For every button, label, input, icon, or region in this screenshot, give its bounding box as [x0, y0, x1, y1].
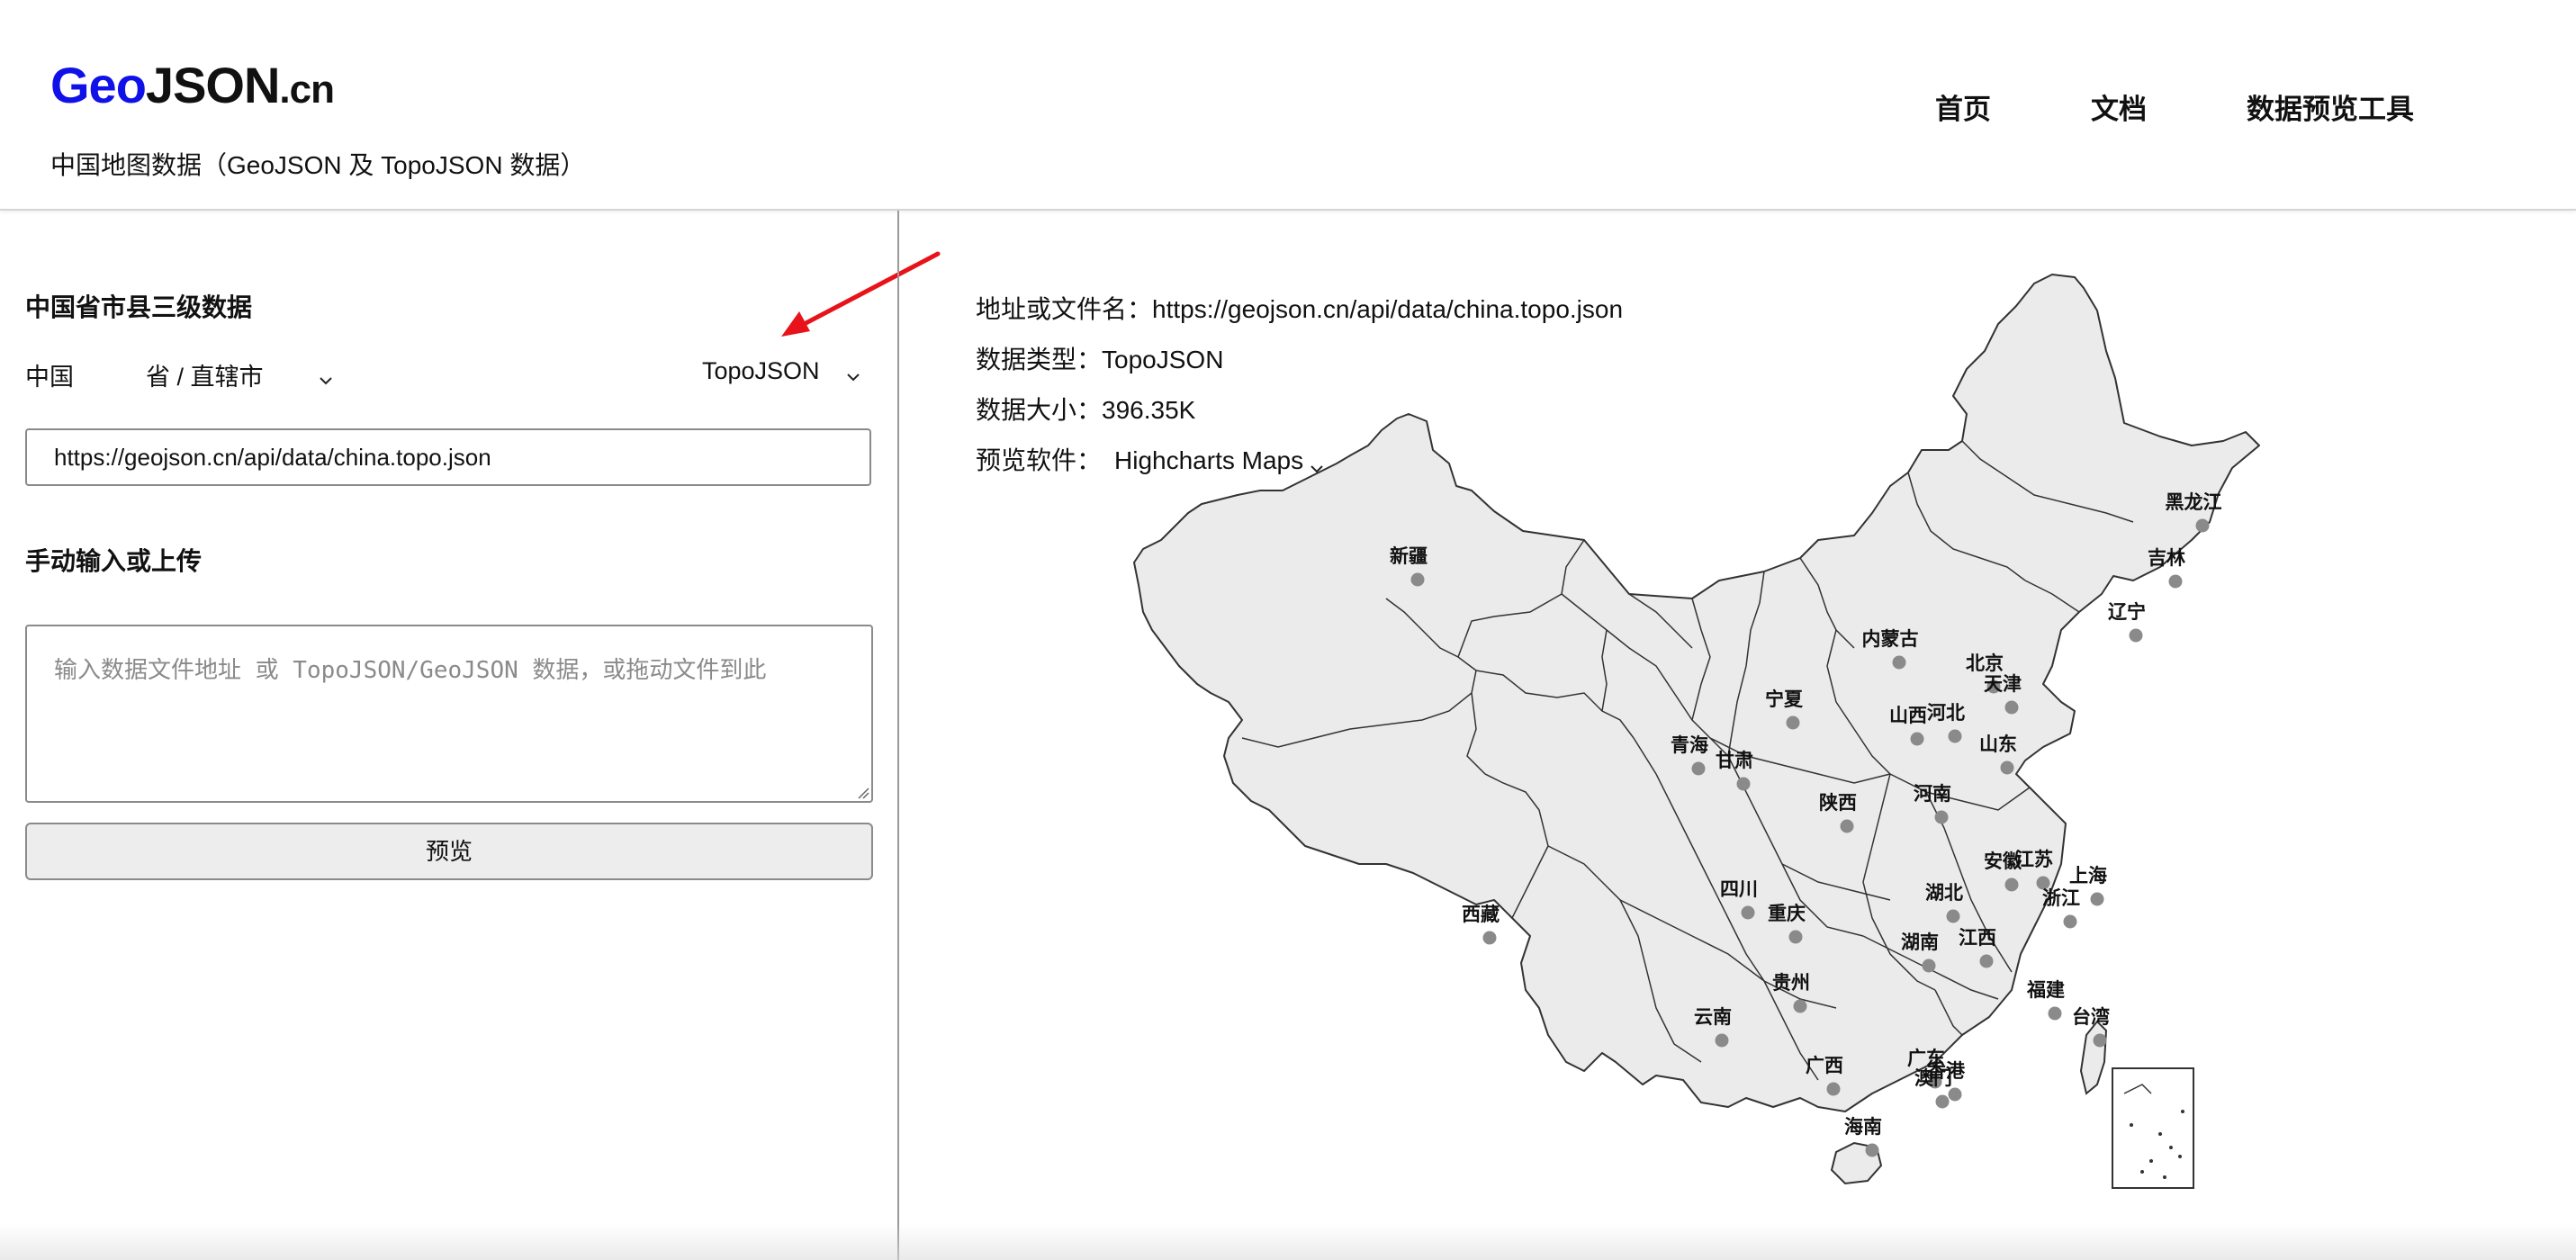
province-dot[interactable] — [1910, 732, 1924, 746]
logo-geo-text: Geo — [50, 57, 147, 113]
data-input-textarea[interactable] — [25, 625, 873, 803]
logo-json-text: JSON — [145, 57, 280, 113]
province-dot[interactable] — [1788, 930, 1803, 944]
country-text: 中国 — [25, 364, 74, 391]
site-header: GeoJSON.cn 中国地图数据（GeoJSON 及 TopoJSON 数据）… — [0, 0, 2576, 211]
province-dot[interactable] — [1826, 1082, 1841, 1096]
province-dot[interactable] — [2048, 1006, 2062, 1021]
nav-preview-tool-link[interactable]: 数据预览工具 — [2247, 86, 2414, 127]
province-dot[interactable] — [2000, 760, 2014, 775]
province-dot[interactable] — [1948, 1087, 1962, 1102]
chevron-down-icon — [318, 367, 334, 384]
province-label[interactable]: 湖北 — [1925, 878, 1963, 905]
china-map[interactable] — [1116, 270, 2376, 1197]
province-label[interactable]: 山东 — [1979, 730, 2017, 757]
province-dot[interactable] — [2129, 628, 2143, 643]
province-dot[interactable] — [2063, 914, 2077, 929]
province-label[interactable]: 云南 — [1694, 1003, 1732, 1030]
province-dot[interactable] — [2004, 878, 2019, 892]
province-dot[interactable] — [1922, 958, 1936, 973]
south-china-sea-inset — [2112, 1067, 2194, 1189]
nav-home-link[interactable]: 首页 — [1935, 86, 1991, 127]
province-label[interactable]: 海南 — [1844, 1112, 1882, 1139]
preview-button[interactable]: 预览 — [25, 823, 873, 880]
province-select[interactable]: 省 / 直辖市 — [146, 357, 334, 392]
province-label[interactable]: 贵州 — [1772, 968, 1810, 995]
province-dot[interactable] — [1741, 905, 1755, 920]
province-dot[interactable] — [2168, 574, 2183, 589]
province-label[interactable]: 新疆 — [1390, 542, 1428, 569]
province-label[interactable]: 重庆 — [1768, 899, 1806, 926]
taiwan-island-shape — [2079, 1020, 2108, 1095]
province-label[interactable]: 山西 — [1889, 701, 1927, 728]
province-dot[interactable] — [2004, 700, 2019, 715]
province-label[interactable]: 台湾 — [2072, 1003, 2110, 1030]
province-label[interactable]: 黑龙江 — [2166, 488, 2222, 515]
red-arrow-annotation — [781, 251, 941, 337]
province-label[interactable]: 湖南 — [1901, 928, 1939, 955]
province-dot[interactable] — [2093, 1033, 2107, 1048]
province-dot[interactable] — [1865, 1143, 1879, 1157]
province-dot[interactable] — [2195, 518, 2210, 533]
province-dot[interactable] — [2090, 892, 2104, 906]
chevron-down-icon — [845, 364, 861, 381]
info-size-label: 数据大小： — [976, 396, 1103, 424]
province-label[interactable]: 安徽 — [1984, 847, 2022, 874]
province-label[interactable]: 河北 — [1927, 698, 1965, 725]
resize-handle-icon[interactable] — [855, 785, 869, 799]
logo-cn-text: .cn — [279, 68, 335, 112]
province-label[interactable]: 内蒙古 — [1862, 625, 1919, 652]
province-dot[interactable] — [1482, 931, 1497, 945]
province-dot[interactable] — [1736, 777, 1751, 791]
site-logo[interactable]: GeoJSON.cn — [50, 56, 335, 120]
province-label[interactable]: 香港 — [1927, 1057, 1965, 1084]
province-dot[interactable] — [1948, 729, 1962, 743]
format-select[interactable]: TopoJSON — [702, 357, 861, 385]
info-type-label: 数据类型： — [976, 346, 1103, 374]
province-label[interactable]: 福建 — [2027, 976, 2065, 1003]
province-dot[interactable] — [1410, 572, 1425, 587]
province-label[interactable]: 广西 — [1806, 1051, 1843, 1078]
panel-divider — [897, 211, 899, 1260]
province-label[interactable]: 河南 — [1914, 779, 1951, 806]
province-label[interactable]: 吉林 — [2148, 544, 2185, 571]
province-dot[interactable] — [1946, 909, 1960, 923]
province-label[interactable]: 四川 — [1720, 875, 1758, 902]
province-dot[interactable] — [1934, 810, 1949, 824]
province-dot[interactable] — [1892, 655, 1906, 670]
format-select-value: TopoJSON — [702, 357, 820, 384]
province-dot[interactable] — [1840, 819, 1854, 833]
nav-docs-link[interactable]: 文档 — [2091, 86, 2147, 127]
province-label[interactable]: 甘肃 — [1716, 746, 1753, 773]
country-label: 中国 — [25, 357, 74, 392]
province-label[interactable]: 辽宁 — [2108, 598, 2146, 625]
info-software-label: 预览软件： — [976, 446, 1103, 474]
site-subtitle: 中国地图数据（GeoJSON 及 TopoJSON 数据） — [50, 151, 586, 179]
province-label[interactable]: 天津 — [1984, 670, 2022, 697]
province-label[interactable]: 江西 — [1959, 923, 1996, 950]
admin-data-section-title: 中国省市县三级数据 — [25, 293, 253, 321]
province-dot[interactable] — [1979, 954, 1994, 968]
province-dot[interactable] — [1793, 999, 1807, 1013]
province-dot[interactable] — [1935, 1094, 1950, 1109]
province-label[interactable]: 青海 — [1671, 731, 1708, 758]
province-label[interactable]: 浙江 — [2042, 884, 2080, 911]
province-label[interactable]: 宁夏 — [1765, 685, 1803, 712]
province-dot[interactable] — [1691, 761, 1706, 776]
manual-input-section-title: 手动输入或上传 — [25, 547, 203, 575]
bottom-shadow — [0, 1224, 2576, 1260]
province-dot[interactable] — [1786, 716, 1800, 730]
province-select-value: 省 / 直辖市 — [146, 364, 264, 391]
china-mainland-shape — [1133, 274, 2260, 1112]
province-dot[interactable] — [1715, 1033, 1729, 1048]
data-url-input[interactable]: https://geojson.cn/api/data/china.topo.j… — [25, 428, 871, 486]
province-label[interactable]: 陕西 — [1819, 788, 1857, 815]
province-label[interactable]: 西藏 — [1462, 900, 1500, 927]
